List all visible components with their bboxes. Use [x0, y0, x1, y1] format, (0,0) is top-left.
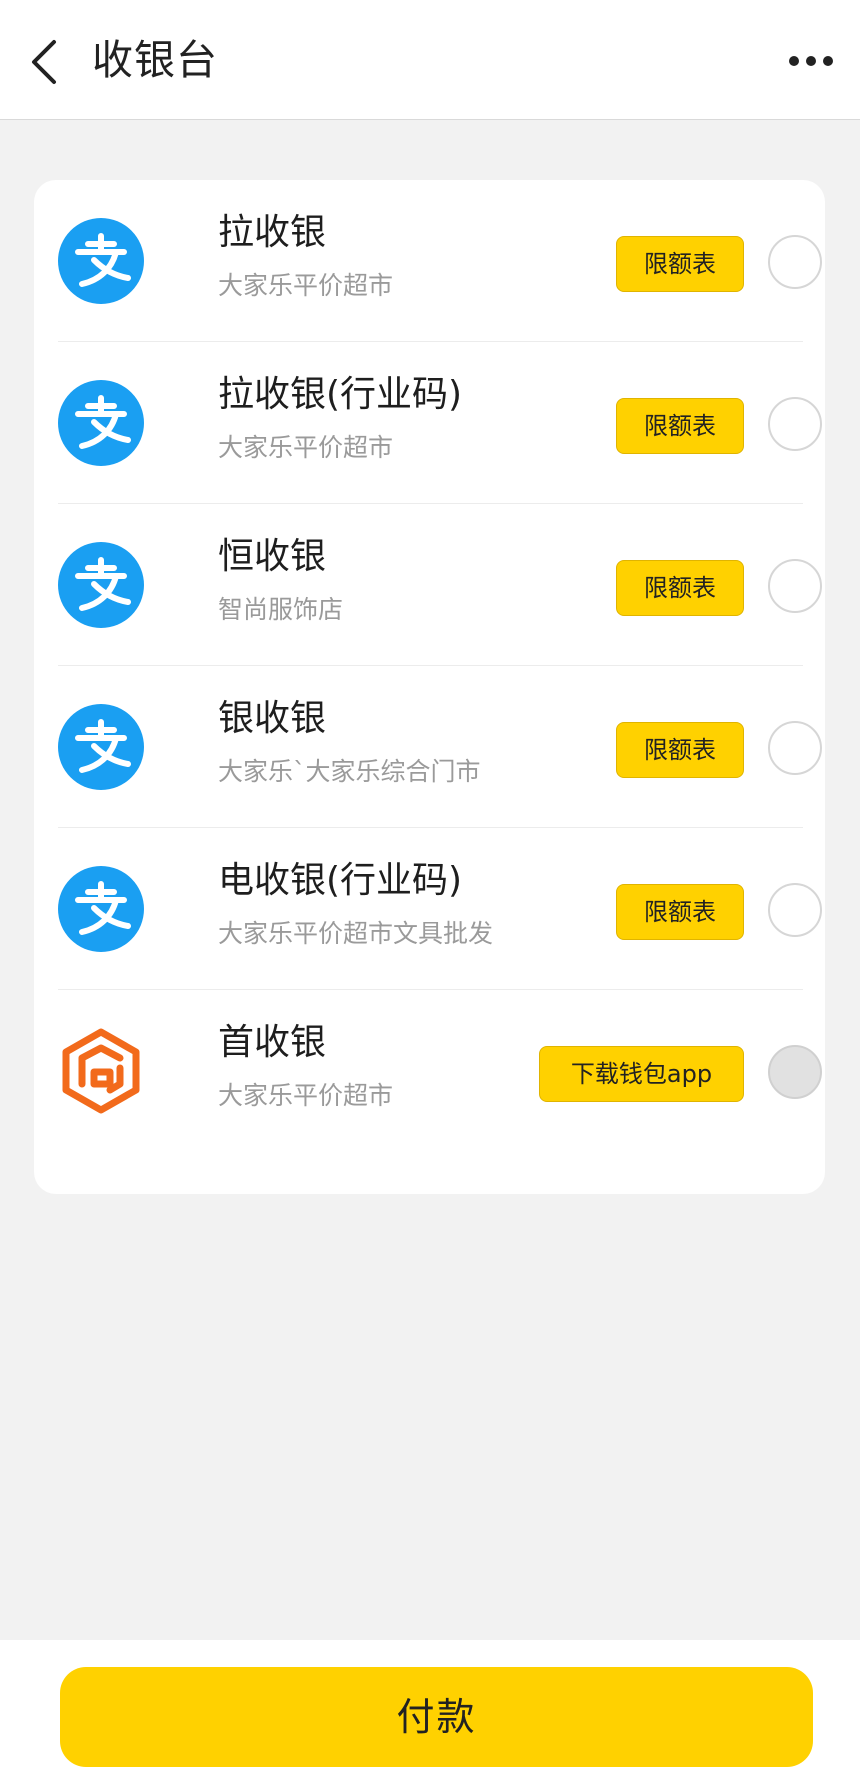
- more-dots-icon: [789, 56, 833, 66]
- merchant-name: 大家乐平价超市文具批发: [218, 919, 494, 948]
- select-radio[interactable]: [768, 397, 822, 451]
- page-title: 收银台: [92, 36, 218, 84]
- limit-table-button[interactable]: 限额表: [616, 884, 744, 940]
- limit-table-button[interactable]: 限额表: [616, 236, 744, 292]
- limit-table-button[interactable]: 限额表: [616, 560, 744, 616]
- bottom-bar: 付款: [0, 1640, 860, 1789]
- payment-methods-card: 拉收银 大家乐平价超市 限额表 拉收银(行业码) 大家乐平价超市 限额表 恒收银…: [34, 180, 825, 1194]
- method-name: 电收银(行业码): [218, 860, 463, 901]
- merchant-name: 大家乐平价超市: [218, 433, 394, 462]
- method-name: 拉收银(行业码): [218, 374, 463, 415]
- alipay-icon: [58, 866, 144, 952]
- limit-table-button[interactable]: 限额表: [616, 722, 744, 778]
- alipay-icon: [58, 542, 144, 628]
- alipay-icon: [58, 704, 144, 790]
- merchant-name: 智尚服饰店: [218, 595, 344, 624]
- select-radio[interactable]: [768, 721, 822, 775]
- wallet-app-icon: [62, 1028, 140, 1114]
- method-name: 首收银: [218, 1022, 327, 1063]
- merchant-name: 大家乐平价超市: [218, 1081, 394, 1110]
- alipay-icon: [58, 380, 144, 466]
- payment-method-row[interactable]: 首收银 大家乐平价超市 下载钱包app: [58, 990, 822, 1152]
- payment-method-row[interactable]: 恒收银 智尚服饰店 限额表: [58, 504, 822, 666]
- merchant-name: 大家乐`大家乐综合门市: [218, 757, 481, 786]
- merchant-name: 大家乐平价超市: [218, 271, 394, 300]
- pay-button[interactable]: 付款: [60, 1667, 813, 1767]
- select-radio[interactable]: [768, 883, 822, 937]
- download-wallet-app-button[interactable]: 下载钱包app: [539, 1046, 744, 1102]
- method-name: 银收银: [218, 698, 327, 739]
- payment-method-row[interactable]: 银收银 大家乐`大家乐综合门市 限额表: [58, 666, 822, 828]
- select-radio[interactable]: [768, 235, 822, 289]
- payment-method-row[interactable]: 拉收银(行业码) 大家乐平价超市 限额表: [58, 342, 822, 504]
- limit-table-button[interactable]: 限额表: [616, 398, 744, 454]
- back-button[interactable]: [26, 36, 66, 88]
- select-radio[interactable]: [768, 559, 822, 613]
- method-name: 恒收银: [218, 536, 327, 577]
- payment-method-row[interactable]: 电收银(行业码) 大家乐平价超市文具批发 限额表: [58, 828, 822, 990]
- top-bar: 收银台: [0, 0, 860, 120]
- method-name: 拉收银: [218, 212, 327, 253]
- more-options-button[interactable]: [788, 52, 834, 70]
- alipay-icon: [58, 218, 144, 304]
- payment-method-row[interactable]: 拉收银 大家乐平价超市 限额表: [58, 180, 822, 342]
- select-radio-disabled[interactable]: [768, 1045, 822, 1099]
- chevron-left-icon: [32, 40, 56, 84]
